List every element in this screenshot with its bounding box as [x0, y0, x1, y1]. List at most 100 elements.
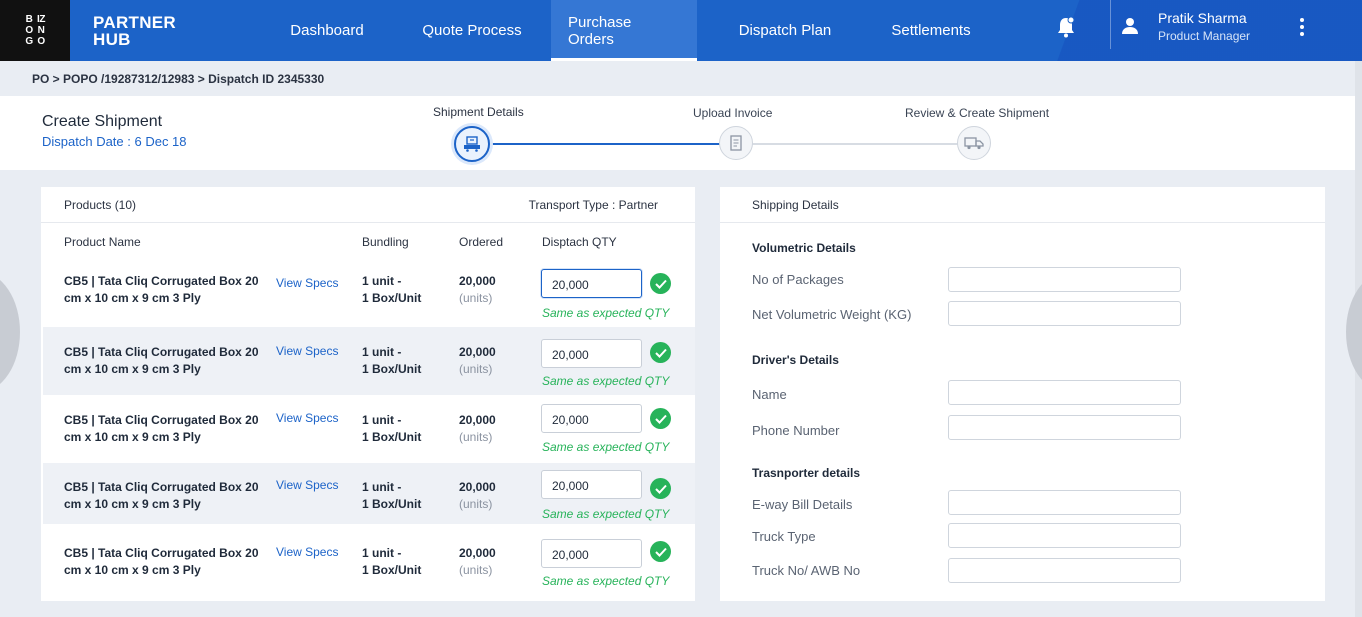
product-name: CB5 | Tata Cliq Corrugated Box 20 cm x 1… [64, 545, 264, 579]
ordered-value: 20,000 [459, 413, 496, 427]
qty-match-note: Same as expected QTY [542, 374, 670, 388]
bundling-line1: 1 unit - [362, 546, 402, 560]
shipment-details-icon [464, 136, 480, 152]
bundling-line2: 1 Box/Unit [362, 430, 422, 444]
product-name-line2: cm x 10 cm x 9 cm 3 Ply [64, 430, 201, 444]
ordered-qty: 20,000 (units) [459, 479, 496, 513]
bundling: 1 unit - 1 Box/Unit [362, 412, 421, 446]
step-pending-line [752, 143, 958, 145]
product-name: CB5 | Tata Cliq Corrugated Box 20 cm x 1… [64, 344, 264, 378]
field-label-driver-name: Name [752, 387, 787, 402]
logo-letter: G [25, 36, 33, 47]
step-shipment-details[interactable] [454, 126, 490, 162]
step-label-shipment-details[interactable]: Shipment Details [433, 105, 524, 119]
bundling: 1 unit - 1 Box/Unit [362, 344, 421, 378]
dispatch-date: Dispatch Date : 6 Dec 18 [42, 134, 187, 149]
view-specs-link[interactable]: View Specs [276, 276, 338, 290]
bundling: 1 unit - 1 Box/Unit [362, 545, 421, 579]
step-label-upload-invoice[interactable]: Upload Invoice [693, 106, 772, 120]
nav-item-quote-process[interactable]: Quote Process [393, 0, 551, 61]
nav-item-settlements[interactable]: Settlements [873, 0, 989, 61]
view-specs-link[interactable]: View Specs [276, 478, 338, 492]
step-upload-invoice[interactable] [719, 126, 753, 160]
nav-item-purchase-orders[interactable]: Purchase Orders [551, 0, 697, 61]
bundling-line2: 1 Box/Unit [362, 497, 422, 511]
bundling-line1: 1 unit - [362, 480, 402, 494]
driver-name-input[interactable] [948, 380, 1181, 405]
dispatch-qty-input[interactable]: 20,000 [541, 470, 642, 499]
bundling: 1 unit - 1 Box/Unit [362, 479, 421, 513]
view-specs-link[interactable]: View Specs [276, 344, 338, 358]
bell-icon[interactable] [1056, 16, 1076, 38]
product-name: CB5 | Tata Cliq Corrugated Box 20 cm x 1… [64, 479, 264, 513]
bizongo-logo[interactable]: B IZ O N G O [0, 0, 70, 61]
column-header-product-name: Product Name [64, 235, 141, 249]
section-transporter-details: Trasnporter details [752, 466, 861, 480]
table-row: CB5 | Tata Cliq Corrugated Box 20 cm x 1… [43, 327, 695, 395]
transport-type: Transport Type : Partner [528, 198, 658, 212]
page-title: Create Shipment [42, 113, 163, 130]
view-specs-link[interactable]: View Specs [276, 411, 338, 425]
breadcrumb[interactable]: PO > POPO /19287312/12983 > Dispatch ID … [32, 72, 324, 86]
dispatch-qty-input[interactable]: 20,000 [541, 539, 642, 568]
check-circle-icon [650, 408, 671, 429]
side-decoration-right [1346, 272, 1362, 392]
qty-match-note: Same as expected QTY [542, 574, 670, 588]
column-header-dispatch-qty: Disptach QTY [542, 235, 617, 249]
eway-bill-input[interactable] [948, 490, 1181, 515]
product-name: CB5 | Tata Cliq Corrugated Box 20 cm x 1… [64, 273, 264, 307]
ordered-value: 20,000 [459, 345, 496, 359]
net-volumetric-weight-input[interactable] [948, 301, 1181, 326]
truck-icon [964, 137, 984, 150]
qty-match-note: Same as expected QTY [542, 306, 670, 320]
products-title: Products (10) [64, 198, 137, 212]
qty-match-note: Same as expected QTY [542, 507, 670, 521]
product-name-line2: cm x 10 cm x 9 cm 3 Ply [64, 497, 201, 511]
field-label-truck-type: Truck Type [752, 529, 816, 544]
phone-number-input[interactable] [948, 415, 1181, 440]
app-title-line2: HUB [93, 29, 131, 49]
dispatch-qty-input[interactable]: 20,000 [541, 404, 642, 433]
section-drivers-details: Driver's Details [752, 353, 839, 367]
nav-item-dashboard[interactable]: Dashboard [261, 0, 393, 61]
no-of-packages-input[interactable] [948, 267, 1181, 292]
ordered-qty: 20,000 (units) [459, 545, 496, 579]
check-circle-icon [650, 273, 671, 294]
column-header-ordered: Ordered [459, 235, 504, 249]
dispatch-qty-input[interactable]: 20,000 [541, 339, 642, 368]
ordered-unit: (units) [459, 430, 493, 444]
nav-divider [1110, 0, 1111, 49]
view-specs-link[interactable]: View Specs [276, 545, 338, 559]
ordered-unit: (units) [459, 291, 493, 305]
user-icon[interactable] [1121, 17, 1139, 35]
invoice-icon [730, 135, 742, 151]
product-name-line1: CB5 | Tata Cliq Corrugated Box 20 [64, 413, 259, 427]
truck-type-input[interactable] [948, 523, 1181, 548]
app-title: PARTNER HUB [93, 14, 193, 48]
product-name-line2: cm x 10 cm x 9 cm 3 Ply [64, 563, 201, 577]
user-name[interactable]: Pratik Sharma [1158, 10, 1247, 26]
bundling-line2: 1 Box/Unit [362, 563, 422, 577]
product-name-line2: cm x 10 cm x 9 cm 3 Ply [64, 291, 201, 305]
app-title-line1: PARTNER [93, 12, 177, 32]
dispatch-qty-input[interactable]: 20,000 [541, 269, 642, 298]
shipping-card-header: Shipping Details [720, 187, 1325, 223]
nav-item-dispatch-plan[interactable]: Dispatch Plan [697, 0, 873, 61]
step-progress-line [488, 143, 720, 145]
column-header-bundling: Bundling [362, 235, 409, 249]
bundling-line2: 1 Box/Unit [362, 362, 422, 376]
ordered-value: 20,000 [459, 480, 496, 494]
logo-letter: IZ [37, 14, 45, 25]
logo-letter: B [25, 14, 33, 25]
logo-letter: N [37, 25, 45, 36]
products-card-header: Products (10) Transport Type : Partner [41, 187, 695, 223]
truck-no-input[interactable] [948, 558, 1181, 583]
field-label-no-of-packages: No of Packages [752, 272, 844, 287]
field-label-eway-bill: E-way Bill Details [752, 497, 853, 512]
main-nav: Dashboard Quote Process Purchase Orders … [261, 0, 989, 61]
check-circle-icon [650, 541, 671, 562]
bundling-line2: 1 Box/Unit [362, 291, 422, 305]
kebab-menu-icon[interactable] [1296, 18, 1308, 38]
step-label-review-create[interactable]: Review & Create Shipment [905, 106, 1049, 120]
step-review-create[interactable] [957, 126, 991, 160]
